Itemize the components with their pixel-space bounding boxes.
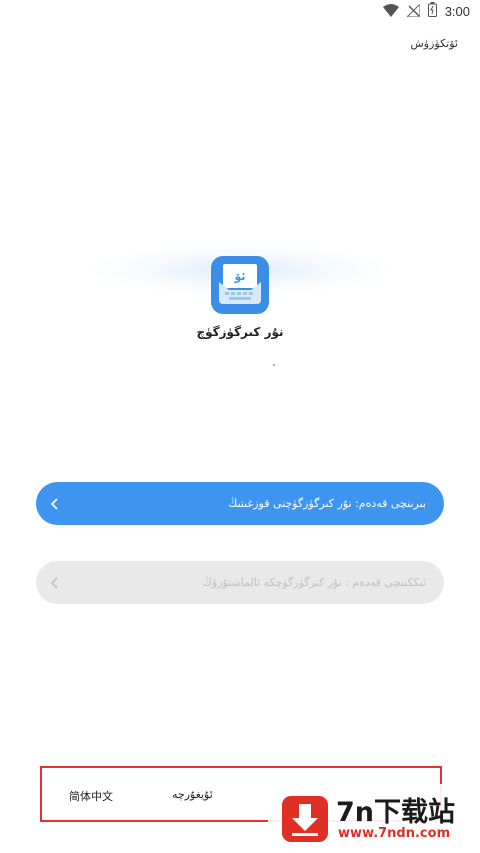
app-name: نۇر كىرگۈزگۈچ bbox=[196, 325, 284, 339]
wifi-icon bbox=[382, 2, 399, 21]
app-branding: ئۆ نۇر كىرگۈزگۈچ bbox=[0, 245, 480, 355]
watermark-url: www.7ndn.com bbox=[338, 826, 451, 841]
download-arrow-icon bbox=[282, 796, 328, 842]
language-option-uyghur[interactable]: ئۇيغۇرچە bbox=[172, 788, 213, 801]
step-1-button[interactable]: بىرىنچى قەدەم: نۇر كىرگۈزگۈچنى قوزغىتىڭ bbox=[36, 482, 444, 525]
app-logo-icon: ئۆ bbox=[211, 256, 269, 314]
status-time: 3:00 bbox=[444, 4, 470, 19]
battery-icon bbox=[427, 2, 437, 21]
decorative-dot bbox=[273, 364, 275, 366]
step-2-button[interactable]: ئىككىنچى قەدەم : نۇر كىرگۈزگۈچكە ئالماشت… bbox=[36, 561, 444, 604]
watermark-title: 7n下载站 bbox=[336, 797, 456, 828]
status-icons: 3:00 bbox=[382, 2, 470, 21]
skip-link[interactable]: ئۆتكۈزۈش bbox=[410, 37, 458, 50]
language-option-chinese[interactable]: 简体中文 bbox=[69, 788, 113, 804]
chevron-left-icon bbox=[50, 497, 60, 511]
step-2-label: ئىككىنچى قەدەم : نۇر كىرگۈزگۈچكە ئالماشت… bbox=[202, 576, 426, 589]
chevron-left-icon bbox=[50, 576, 60, 590]
no-signal-icon bbox=[405, 2, 421, 21]
status-bar: 3:00 bbox=[0, 0, 480, 22]
watermark: 7n下载站 www.7ndn.com bbox=[268, 784, 480, 853]
app-icon-letter: ئۆ bbox=[233, 270, 245, 283]
step-1-label: بىرىنچى قەدەم: نۇر كىرگۈزگۈچنى قوزغىتىڭ bbox=[228, 497, 426, 510]
